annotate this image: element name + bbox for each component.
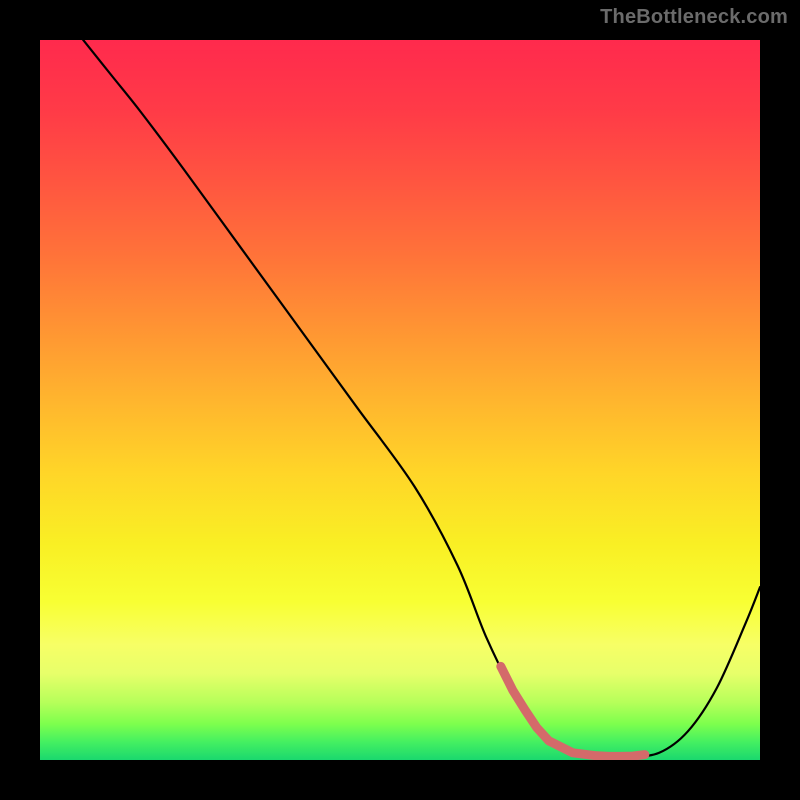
gradient-background (40, 40, 760, 760)
watermark-text: TheBottleneck.com (600, 6, 788, 29)
chart-frame (40, 40, 760, 760)
chart-svg (40, 40, 760, 760)
